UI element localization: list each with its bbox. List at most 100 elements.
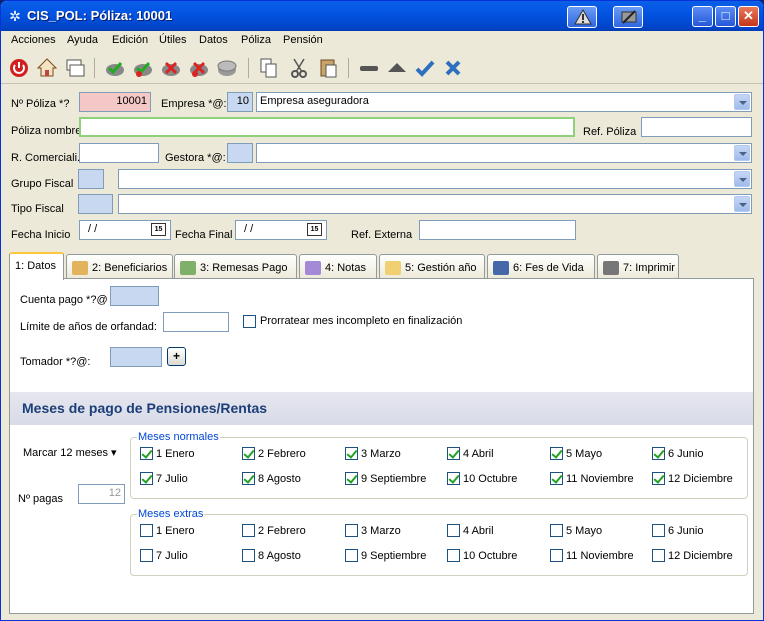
save-all-icon[interactable]	[103, 56, 127, 80]
meses-extras-group: Meses extras 1 Enero 2 Febrero 3 Marzo 4 Ab…	[130, 508, 748, 576]
chevron-down-icon[interactable]	[734, 171, 750, 187]
calendar-icon[interactable]: 15	[151, 223, 166, 236]
minus-icon[interactable]	[357, 56, 381, 80]
maximize-button[interactable]: □	[715, 6, 736, 27]
save-one-icon[interactable]	[131, 56, 155, 80]
poliza-label: Nº Póliza *?	[11, 98, 70, 110]
tools-button[interactable]	[613, 6, 643, 28]
cut-icon[interactable]	[287, 56, 311, 80]
mes-normal-checkbox[interactable]	[242, 472, 255, 485]
mes-extra-checkbox[interactable]	[447, 524, 460, 537]
mes-extra-checkbox[interactable]	[447, 549, 460, 562]
ref-poliza-field[interactable]	[641, 117, 752, 137]
mes-normal-checkbox[interactable]	[652, 472, 665, 485]
triangle-up-icon[interactable]	[385, 56, 409, 80]
mes-normal-checkbox[interactable]	[345, 472, 358, 485]
tab-imprimir[interactable]: 7: Imprimir	[597, 254, 679, 279]
mes-extra-checkbox[interactable]	[242, 524, 255, 537]
chevron-down-icon[interactable]	[734, 196, 750, 212]
tipo-fiscal-code-field[interactable]	[78, 194, 113, 214]
npagas-label: Nº pagas	[18, 493, 63, 505]
r-comercial-field[interactable]	[79, 143, 159, 163]
gestora-select[interactable]	[256, 143, 752, 163]
tab-bar: 1: Datos 2: Beneficiarios 3: Remesas Pag…	[9, 252, 754, 280]
menu-poliza[interactable]: Póliza	[241, 34, 271, 46]
grupo-fiscal-code-field[interactable]	[78, 169, 104, 189]
app-icon: ✲	[9, 8, 21, 24]
database-icon[interactable]	[215, 56, 239, 80]
tipo-fiscal-select[interactable]	[118, 194, 752, 214]
mes-extra-checkbox[interactable]	[140, 524, 153, 537]
ref-externa-field[interactable]	[419, 220, 576, 240]
mes-extra-checkbox[interactable]	[550, 549, 563, 562]
fecha-inicio-field[interactable]: / / 15	[79, 220, 171, 240]
chevron-down-icon[interactable]	[734, 94, 750, 110]
empresa-code-field[interactable]: 10	[227, 92, 253, 112]
mes-extra-checkbox[interactable]	[345, 524, 358, 537]
home-icon[interactable]	[35, 56, 59, 80]
cancel-x-icon[interactable]	[441, 56, 465, 80]
mes-normal-label: 12 Diciembre	[668, 473, 733, 485]
close-button[interactable]: ✕	[738, 6, 759, 27]
tomador-field[interactable]	[110, 347, 162, 367]
tab-datos[interactable]: 1: Datos	[9, 252, 64, 280]
tab-fes-de-vida[interactable]: 6: Fes de Vida	[487, 254, 595, 279]
marcar-12-meses-dropdown[interactable]: Marcar 12 meses ▾	[23, 446, 117, 459]
mes-extra-checkbox[interactable]	[550, 524, 563, 537]
fecha-final-field[interactable]: / / 15	[235, 220, 327, 240]
calendar-icon[interactable]: 15	[307, 223, 322, 236]
title-bar[interactable]: ✲ CIS_POL: Póliza: 10001 _ □ ✕	[1, 1, 763, 31]
mes-normal-checkbox[interactable]	[345, 447, 358, 460]
warning-button[interactable]	[567, 6, 597, 28]
paste-icon[interactable]	[317, 56, 341, 80]
mes-extra-checkbox[interactable]	[140, 549, 153, 562]
tab-label: 5: Gestión año	[405, 261, 477, 274]
menu-edicion[interactable]: Edición	[112, 34, 148, 46]
minimize-button[interactable]: _	[692, 6, 713, 27]
power-icon[interactable]	[7, 56, 31, 80]
confirm-check-icon[interactable]	[413, 56, 437, 80]
menu-acciones[interactable]: Acciones	[11, 34, 56, 46]
delete-all-icon[interactable]	[159, 56, 183, 80]
tomador-label: Tomador *?@:	[20, 356, 91, 368]
menu-ayuda[interactable]: Ayuda	[67, 34, 98, 46]
mes-extra-checkbox[interactable]	[345, 549, 358, 562]
menu-utiles[interactable]: Útiles	[159, 34, 187, 46]
tab-remesas-pago[interactable]: 3: Remesas Pago	[174, 254, 297, 279]
mes-normal-checkbox[interactable]	[140, 447, 153, 460]
add-tomador-button[interactable]: +	[167, 347, 186, 366]
gestora-code-field[interactable]	[227, 143, 253, 163]
poliza-nombre-field[interactable]	[79, 117, 575, 137]
grupo-fiscal-select[interactable]	[118, 169, 752, 189]
copy-icon[interactable]	[257, 56, 281, 80]
prorratear-checkbox[interactable]	[243, 315, 256, 328]
menu-pension[interactable]: Pensión	[283, 34, 323, 46]
chevron-down-icon[interactable]	[734, 145, 750, 161]
tab-beneficiarios[interactable]: 2: Beneficiarios	[66, 254, 173, 279]
mes-normal-checkbox[interactable]	[242, 447, 255, 460]
windows-icon[interactable]	[63, 56, 87, 80]
mes-extra-label: 12 Diciembre	[668, 550, 733, 562]
menu-datos[interactable]: Datos	[199, 34, 228, 46]
mes-extra-checkbox[interactable]	[652, 524, 665, 537]
mes-normal-checkbox[interactable]	[140, 472, 153, 485]
tab-gestion-anio[interactable]: 5: Gestión año	[379, 254, 485, 279]
limite-orfandad-field[interactable]	[163, 312, 229, 332]
mes-normal-checkbox[interactable]	[447, 472, 460, 485]
mes-extra-checkbox[interactable]	[242, 549, 255, 562]
empresa-select[interactable]: Empresa aseguradora	[256, 92, 752, 112]
npagas-field[interactable]: 12	[78, 484, 125, 504]
mes-extra-label: 11 Noviembre	[566, 550, 634, 562]
mes-normal-checkbox[interactable]	[652, 447, 665, 460]
cuenta-pago-field[interactable]	[110, 286, 159, 306]
mes-normal-checkbox[interactable]	[550, 447, 563, 460]
mes-normal-checkbox[interactable]	[447, 447, 460, 460]
mes-normal-checkbox[interactable]	[550, 472, 563, 485]
delete-one-icon[interactable]	[187, 56, 211, 80]
tab-notas[interactable]: 4: Notas	[299, 254, 377, 279]
poliza-number-field[interactable]: 10001	[79, 92, 151, 112]
mes-extra-checkbox[interactable]	[652, 549, 665, 562]
mes-extra-label: 8 Agosto	[258, 550, 301, 562]
tab-label: 4: Notas	[325, 261, 366, 274]
calendar-grid-icon	[385, 261, 401, 275]
